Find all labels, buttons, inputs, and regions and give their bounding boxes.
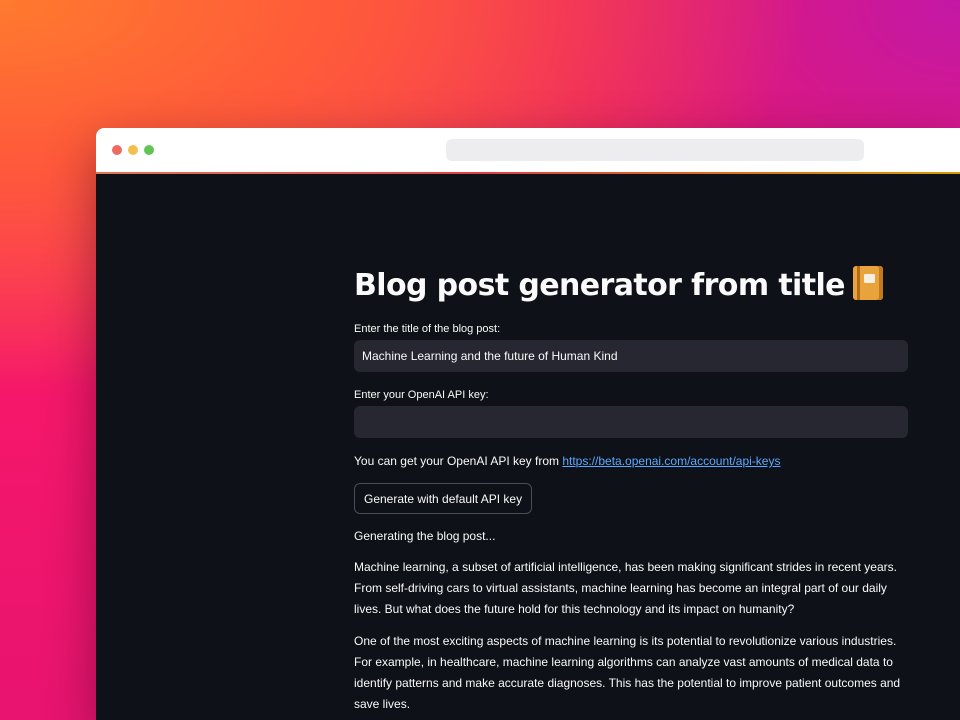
api-keys-link[interactable]: https://beta.openai.com/account/api-keys [562, 454, 780, 468]
address-bar[interactable] [446, 139, 864, 161]
page-title-text: Blog post generator from title [354, 268, 846, 303]
generate-button[interactable]: Generate with default API key [354, 483, 533, 514]
output-paragraph: One of the most exciting aspects of mach… [354, 634, 901, 711]
book-emoji-icon [852, 266, 883, 300]
minimize-window-dot[interactable] [128, 145, 138, 155]
api-key-label: Enter your OpenAI API key: [354, 389, 489, 401]
api-key-input[interactable] [354, 406, 908, 438]
browser-titlebar [96, 128, 960, 172]
browser-window: Blog post generator from title Enter the… [96, 128, 960, 720]
app-viewport: Blog post generator from title Enter the… [96, 174, 960, 720]
maximize-window-dot[interactable] [144, 145, 154, 155]
status-text: Generating the blog post... [354, 529, 496, 543]
blog-title-input[interactable] [354, 340, 908, 372]
close-window-dot[interactable] [112, 145, 122, 155]
blog-title-label: Enter the title of the blog post: [354, 323, 501, 335]
page-title: Blog post generator from title [354, 262, 883, 310]
output-paragraph: Machine learning, a subset of artificial… [354, 560, 897, 616]
api-key-info-text: You can get your OpenAI API key from [354, 454, 563, 468]
api-key-info: You can get your OpenAI API key from htt… [354, 454, 780, 468]
